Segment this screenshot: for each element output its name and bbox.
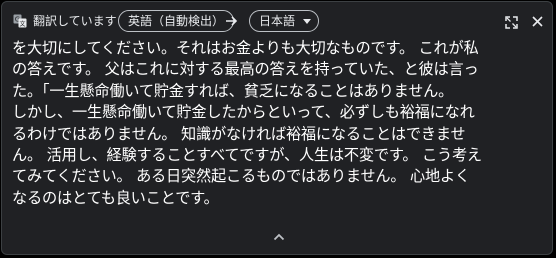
translated-line: た。「一生懸命働いて貯金すれば、貧乏になることはありません。 [12, 81, 454, 100]
translated-line: の答えです。 父はこれに対する最高の答えを持っていた、と彼は言っ [12, 60, 479, 79]
translated-line: なるのはとても良いことです。 [12, 188, 219, 207]
google-translate-icon: G 文 [13, 14, 27, 28]
target-language-label: 日本語 [259, 14, 296, 28]
arrow-right-icon [226, 16, 238, 26]
close-icon[interactable] [532, 16, 543, 27]
source-language-chip[interactable]: 英語（自動検出） [118, 10, 235, 32]
source-language-label: 英語（自動検出） [128, 14, 225, 28]
target-language-dropdown[interactable]: 日本語 [249, 10, 320, 32]
translated-text: を大切にしてください。それはお金よりも大切なものです。 これが私 の答えです。 … [12, 38, 542, 209]
translation-status: 翻訳しています [33, 14, 117, 28]
translate-toolbar: G 文 翻訳しています 英語（自動検出） 日本語 [2, 2, 552, 40]
chevron-up-icon[interactable] [273, 233, 285, 241]
svg-text:文: 文 [19, 20, 25, 28]
translated-line: しかし、一生懸命働いて貯金したからといって、必ずしも裕福になれ [12, 103, 475, 122]
translate-popup: G 文 翻訳しています 英語（自動検出） 日本語 を大切にしてください。それはお… [1, 1, 553, 255]
translated-line: てみてください。 ある日突然起こるものではありません。 心地よく [12, 167, 470, 186]
translated-line: るわけではありません。 知識がなければ裕福になることはできませ [12, 124, 466, 143]
caret-down-icon [303, 18, 312, 24]
open-in-panel-icon[interactable] [505, 16, 518, 29]
translated-line: ん。 活用し、経験することすべてですが、人生は不変です。 こう考え [12, 145, 482, 164]
translated-line: を大切にしてください。それはお金よりも大切なものです。 これが私 [12, 39, 479, 57]
